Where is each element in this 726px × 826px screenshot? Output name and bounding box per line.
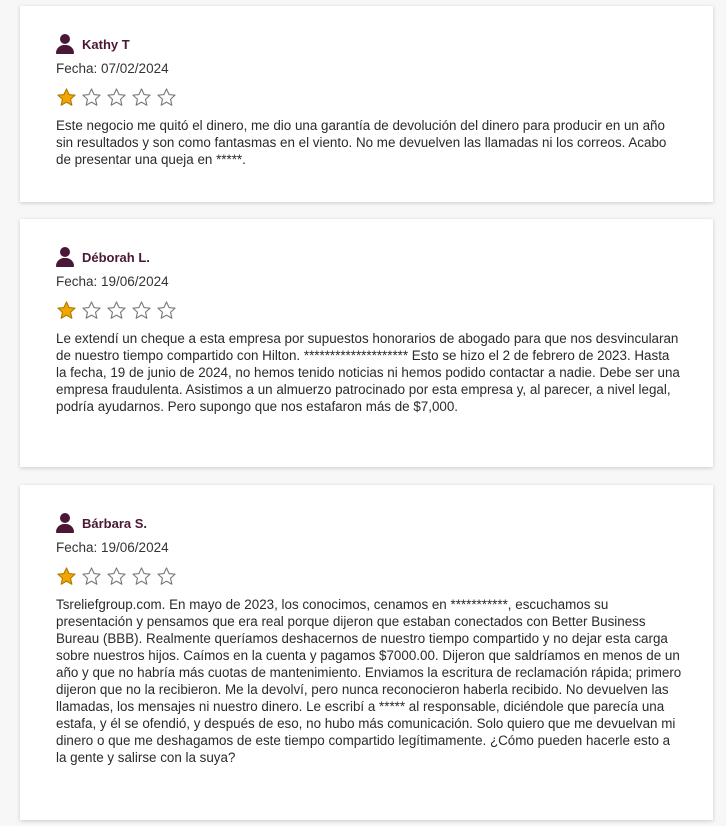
author-name: Kathy T	[82, 36, 130, 52]
review-author: Kathy T	[56, 33, 713, 55]
reviews-list: Kathy T Fecha: 07/02/2024 Este negocio m…	[0, 0, 726, 826]
star-empty-icon	[107, 87, 126, 106]
star-empty-icon	[82, 300, 101, 319]
star-rating	[56, 565, 713, 587]
star-rating	[56, 299, 713, 321]
user-icon	[56, 34, 74, 54]
star-empty-icon	[132, 566, 151, 585]
review-text: Le extendí un cheque a esta empresa por …	[56, 331, 680, 414]
star-empty-icon	[82, 87, 101, 106]
review-date: Fecha: 07/02/2024	[56, 61, 169, 76]
review-text: Tsreliefgroup.com. En mayo de 2023, los …	[56, 597, 682, 765]
star-empty-icon	[157, 87, 176, 106]
star-empty-icon	[132, 87, 151, 106]
star-rating	[56, 86, 713, 108]
review-text: Este negocio me quitó el dinero, me dio …	[56, 118, 667, 167]
author-name: Bárbara S.	[82, 515, 148, 531]
review-date: Fecha: 19/06/2024	[56, 540, 169, 555]
star-empty-icon	[157, 566, 176, 585]
star-empty-icon	[82, 566, 101, 585]
star-empty-icon	[107, 300, 126, 319]
star-empty-icon	[157, 300, 176, 319]
user-icon	[56, 247, 74, 267]
review-date: Fecha: 19/06/2024	[56, 274, 169, 289]
star-empty-icon	[107, 566, 126, 585]
star-empty-icon	[132, 300, 151, 319]
star-filled-icon	[57, 300, 76, 319]
review-card: Kathy T Fecha: 07/02/2024 Este negocio m…	[20, 6, 713, 202]
review-author: Bárbara S.	[56, 512, 713, 534]
review-author: Déborah L.	[56, 246, 713, 268]
star-filled-icon	[57, 87, 76, 106]
review-card: Bárbara S. Fecha: 19/06/2024 Tsreliefgro…	[20, 485, 713, 820]
star-filled-icon	[57, 566, 76, 585]
author-name: Déborah L.	[82, 249, 150, 265]
user-icon	[56, 513, 74, 533]
review-card: Déborah L. Fecha: 19/06/2024 Le extendí …	[20, 219, 713, 467]
